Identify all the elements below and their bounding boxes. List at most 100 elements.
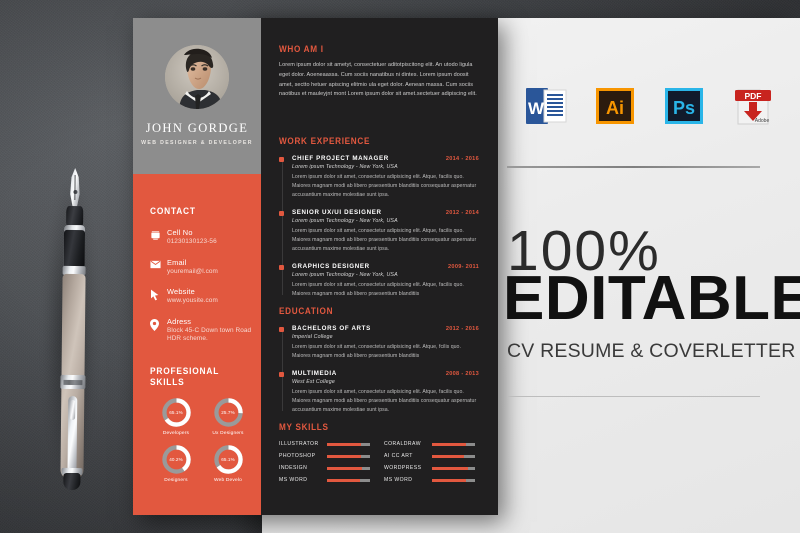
education-title: BACHELORS OF ARTS (292, 325, 371, 332)
donut-percent: 25.7% (221, 410, 235, 415)
skill-bars-right: CORALDRAW AI CC ART WORDPRESS MS WORD (384, 441, 489, 489)
experience-title: CHIEF PROJECT MANAGER (292, 155, 389, 162)
headline-editable: EDITABLE (503, 264, 800, 333)
skill-fill (432, 442, 467, 446)
location-pin-icon (150, 317, 167, 331)
avatar (165, 45, 229, 109)
skill-bar-row: AI CC ART (384, 453, 489, 459)
envelope-icon (150, 258, 167, 269)
donut-grid: 65.1% Developers 25.7% Ux Designers 40.2… (150, 397, 254, 491)
resume-sidebar: JOHN GORDGE WEB DESIGNER & DEVELOPER CON… (133, 18, 261, 515)
donut-label: Developers (162, 431, 190, 436)
skill-track (327, 466, 370, 470)
education-description: Lorem ipsum dolor sit amet, consectetur … (292, 344, 461, 359)
skill-bar-row: PHOTOSHOP (279, 453, 384, 459)
skill-bars-left: ILLUSTRATOR PHOTOSHOP INDESIGN MS WORD (279, 441, 384, 489)
experience-item: SENIOR UX/UI DESIGNER 2012 - 2014 Lorem … (279, 208, 479, 254)
mockup-canvas: JOHN GORDGE WEB DESIGNER & DEVELOPER CON… (0, 0, 800, 533)
education-school: Imperial College (292, 334, 333, 340)
education-heading: EDUCATION (279, 306, 334, 317)
experience-description: Lorem ipsum dolor sit amet, consectetur … (292, 227, 477, 252)
donut-item: 65.1% Web Develo (202, 444, 254, 483)
timeline-dot (279, 371, 284, 377)
education-school: West Est College (292, 378, 335, 385)
contact-value: www.yousite.com (167, 297, 218, 305)
contact-heading: CONTACT (150, 206, 196, 217)
education-section: EDUCATION BACHELORS OF ARTS 2012 - 2016 … (279, 306, 479, 415)
skill-name: CORALDRAW (384, 441, 421, 447)
donut-percent: 65.1% (221, 457, 235, 462)
divider-bottom (507, 396, 760, 397)
skill-fill (327, 466, 363, 470)
work-experience-section: WORK EXPERIENCE CHIEF PROJECT MANAGER 20… (279, 136, 479, 299)
contact-value: Block 45-C Down town Road HDR scheme. (167, 326, 252, 343)
app-icon-row: W Ai Ps PDF Adobe (498, 84, 800, 128)
experience-date: 2009- 2011 (448, 263, 479, 270)
contact-section: CONTACT Cell No 01230130123-56 Email you… (150, 206, 254, 344)
skill-track (432, 466, 475, 470)
skill-name: PHOTOSHOP (279, 453, 316, 459)
word-icon: W (524, 84, 568, 128)
svg-text:Ai: Ai (606, 98, 624, 118)
skill-fill (327, 454, 361, 458)
skill-track (432, 478, 475, 482)
donut-chart: 25.7% (213, 397, 244, 428)
marketing-subtitle: CV RESUME & COVERLETTER (507, 340, 796, 362)
contact-label: Adress (167, 316, 192, 326)
resume-card: JOHN GORDGE WEB DESIGNER & DEVELOPER CON… (133, 18, 498, 515)
timeline-dot (279, 327, 284, 332)
timeline-dot (279, 157, 284, 162)
experience-description: Lorem ipsum dolor sit amet, consectetur … (292, 174, 477, 198)
education-title: MULTIMEDIA (292, 369, 337, 377)
skill-bar-row: ILLUSTRATOR (279, 441, 384, 447)
marketing-panel: W Ai Ps PDF Adobe 100% EDITABLE CV RESUM… (498, 18, 800, 533)
skill-track (432, 442, 475, 446)
education-item: MULTIMEDIA 2008 - 2013 West Est College … (279, 369, 479, 415)
donut-label: Designers (164, 478, 188, 483)
experience-title: SENIOR UX/UI DESIGNER (292, 208, 382, 216)
experience-company: Lorem ipsum Technology - New York, USA (292, 271, 398, 278)
contact-value: youremail@l.com (167, 267, 218, 275)
svg-text:PDF: PDF (744, 91, 761, 101)
contact-item: Website www.yousite.com (150, 287, 254, 306)
donut-item: 40.2% Designers (150, 444, 202, 483)
skill-name: ILLUSTRATOR (279, 441, 319, 447)
skill-name: MS WORD (279, 477, 308, 483)
skill-name: INDESIGN (279, 465, 308, 471)
pdf-icon: PDF Adobe (731, 84, 775, 128)
professional-skills-section: PROFESIONAL SKILLS 65.1% Developers 25.7… (150, 366, 254, 491)
professional-skills-heading: PROFESIONAL SKILLS (150, 366, 219, 388)
who-am-i-heading: WHO AM I (279, 44, 324, 55)
donut-item: 25.7% Ux Designers (202, 397, 254, 436)
skill-fill (432, 478, 466, 482)
photoshop-icon: Ps (662, 84, 706, 128)
education-description: Lorem ipsum dolor sit amet, consectetur … (292, 388, 477, 413)
contact-item: Cell No 01230130123-56 (150, 228, 254, 247)
fountain-pen-prop (42, 168, 98, 491)
skill-bar-row: CORALDRAW (384, 441, 489, 447)
donut-label: Web Develo (213, 478, 243, 483)
skill-name: AI CC ART (384, 453, 413, 459)
timeline-dot (279, 264, 284, 270)
cursor-icon (150, 287, 167, 301)
skill-fill (327, 478, 360, 482)
education-item: BACHELORS OF ARTS 2012 - 2016 Imperial C… (279, 325, 479, 361)
skill-track (432, 454, 475, 458)
contact-label: Website (167, 287, 195, 297)
timeline-dot (279, 210, 284, 216)
contact-value: 01230130123-56 (167, 238, 217, 246)
profile-role: WEB DESIGNER & DEVELOPER (141, 140, 253, 146)
donut-item: 65.1% Developers (150, 397, 202, 436)
contact-label: Email (167, 257, 187, 267)
my-skills-heading: MY SKILLS (279, 422, 329, 433)
donut-chart: 65.1% (161, 397, 192, 428)
skill-name: WORDPRESS (384, 465, 422, 471)
skill-fill (327, 442, 362, 446)
resume-main-column: WHO AM I Lorem ipsum dolor sit ametyt, c… (261, 18, 498, 515)
education-timeline: BACHELORS OF ARTS 2012 - 2016 Imperial C… (279, 325, 479, 415)
donut-percent: 40.2% (169, 457, 183, 462)
pen-center-band (60, 374, 86, 390)
skill-track (327, 454, 370, 458)
experience-date: 2012 - 2014 (445, 209, 479, 216)
skill-fill (432, 454, 464, 458)
